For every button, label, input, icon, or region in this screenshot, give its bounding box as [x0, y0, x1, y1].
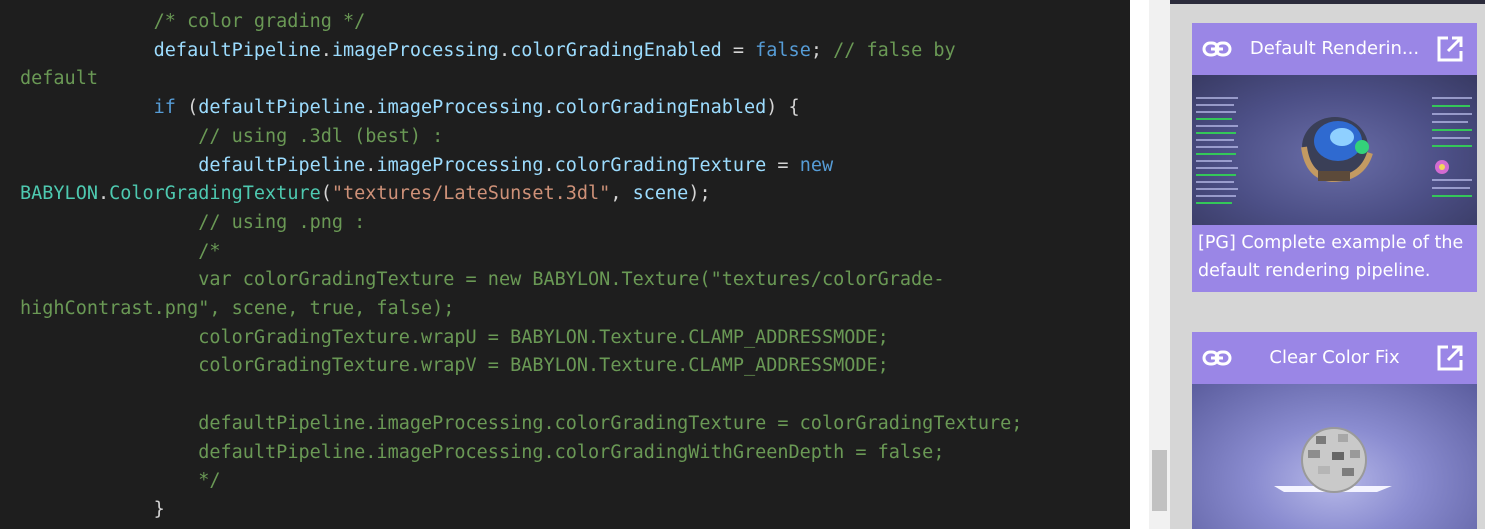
code-token: imageProcessing: [376, 97, 544, 119]
card-description: [PG] Complete example of the default ren…: [1198, 233, 1464, 281]
code-token: .: [320, 39, 332, 61]
open-in-new-icon[interactable]: [1436, 35, 1464, 63]
code-token: new: [799, 154, 834, 176]
code-token: .: [543, 97, 555, 119]
code-token: default: [20, 68, 98, 90]
code-line[interactable]: BABYLON.ColorGradingTexture("textures/La…: [20, 179, 711, 208]
code-token: var colorGradingTexture = new BABYLON.Te…: [198, 269, 945, 291]
code-token: imageProcessing: [331, 39, 499, 61]
code-token: defaultPipeline: [198, 97, 366, 119]
code-token: ,: [610, 183, 633, 205]
example-card-default-rendering[interactable]: Default Renderin... [PG] Complete exampl…: [1192, 23, 1477, 292]
code-token: .: [365, 97, 377, 119]
examples-sidebar: Default Renderin... [PG] Complete exampl…: [1170, 0, 1485, 529]
code-token: BABYLON: [20, 183, 98, 205]
code-line[interactable]: defaultPipeline.imageProcessing.colorGra…: [20, 438, 944, 467]
code-line[interactable]: // using .png :: [20, 208, 365, 237]
code-token: =: [721, 39, 756, 61]
card-header: Clear Color Fix: [1192, 332, 1477, 384]
code-line[interactable]: defaultPipeline.imageProcessing.colorGra…: [20, 409, 1022, 438]
code-token: (: [320, 183, 332, 205]
code-token: defaultPipeline: [198, 154, 366, 176]
code-token: // using .png :: [198, 211, 366, 233]
code-token: ) {: [766, 97, 800, 119]
code-line[interactable]: var colorGradingTexture = new BABYLON.Te…: [20, 265, 944, 294]
code-token: colorGradingTexture.wrapV = BABYLON.Text…: [198, 355, 889, 377]
code-token: (: [175, 97, 199, 119]
code-token: defaultPipeline.imageProcessing.colorGra…: [198, 412, 1023, 434]
code-token: defaultPipeline.imageProcessing.colorGra…: [198, 441, 945, 463]
code-token: .: [543, 154, 555, 176]
code-token: colorGradingEnabled: [554, 97, 767, 119]
example-card-clear-color-fix[interactable]: Clear Color Fix: [1192, 332, 1477, 529]
code-token: /* color grading */: [153, 11, 366, 32]
code-line[interactable]: defaultPipeline.imageProcessing.colorGra…: [20, 151, 833, 180]
code-token: =: [766, 154, 800, 176]
code-token: ;: [810, 39, 834, 61]
code-line[interactable]: colorGradingTexture.wrapV = BABYLON.Text…: [20, 351, 889, 380]
right-controls-panel: [1432, 97, 1472, 197]
code-token: if: [153, 97, 176, 119]
code-line[interactable]: if (defaultPipeline.imageProcessing.colo…: [20, 93, 800, 122]
code-line[interactable]: /* color grading */: [20, 7, 366, 36]
code-token: .: [365, 154, 377, 176]
code-token: colorGradingTexture: [554, 154, 767, 176]
card-thumbnail-sphere[interactable]: [1192, 384, 1477, 529]
code-token: scene: [632, 183, 689, 205]
code-line[interactable]: }: [20, 495, 165, 524]
code-editor[interactable]: /* color grading */ defaultPipeline.imag…: [0, 0, 1130, 529]
code-line[interactable]: */: [20, 466, 221, 495]
code-token: imageProcessing: [376, 154, 544, 176]
code-token: .: [97, 183, 110, 205]
helmet-model: [1301, 117, 1373, 183]
code-line[interactable]: /*: [20, 237, 221, 266]
editor-gutter-divider: [1130, 0, 1149, 529]
code-token: /*: [198, 240, 221, 262]
code-line[interactable]: // using .3dl (best) :: [20, 122, 443, 151]
card-header: Default Renderin...: [1192, 23, 1477, 75]
code-token: .: [498, 39, 511, 61]
code-token: ColorGradingTexture: [109, 183, 321, 205]
card-thumbnail-helmet[interactable]: [1192, 75, 1477, 225]
code-line[interactable]: highContrast.png", scene, true, false);: [20, 294, 454, 323]
code-token: defaultPipeline: [153, 39, 321, 61]
sidebar-top-bar: [1170, 0, 1485, 4]
scrollbar-thumb[interactable]: [1152, 450, 1167, 511]
code-token: }: [153, 498, 165, 520]
left-controls-panel: [1196, 97, 1238, 204]
code-line[interactable]: colorGradingTexture.wrapU = BABYLON.Text…: [20, 323, 889, 352]
card-title[interactable]: Default Renderin...: [1226, 23, 1443, 75]
code-token: */: [198, 470, 221, 492]
code-token: highContrast.png", scene, true, false);: [20, 298, 455, 319]
code-token: );: [688, 183, 711, 205]
code-line[interactable]: defaultPipeline.imageProcessing.colorGra…: [20, 36, 956, 65]
code-token: // false by: [833, 39, 956, 61]
code-token: colorGradingEnabled: [510, 39, 722, 61]
code-token: // using .3dl (best) :: [198, 125, 444, 147]
open-in-new-icon[interactable]: [1436, 344, 1464, 372]
code-token: colorGradingTexture.wrapU = BABYLON.Text…: [198, 326, 889, 348]
code-line[interactable]: default: [20, 64, 98, 93]
code-token: false: [755, 39, 811, 61]
code-token: "textures/LateSunset.3dl": [331, 183, 611, 205]
card-title[interactable]: Clear Color Fix: [1226, 332, 1443, 384]
